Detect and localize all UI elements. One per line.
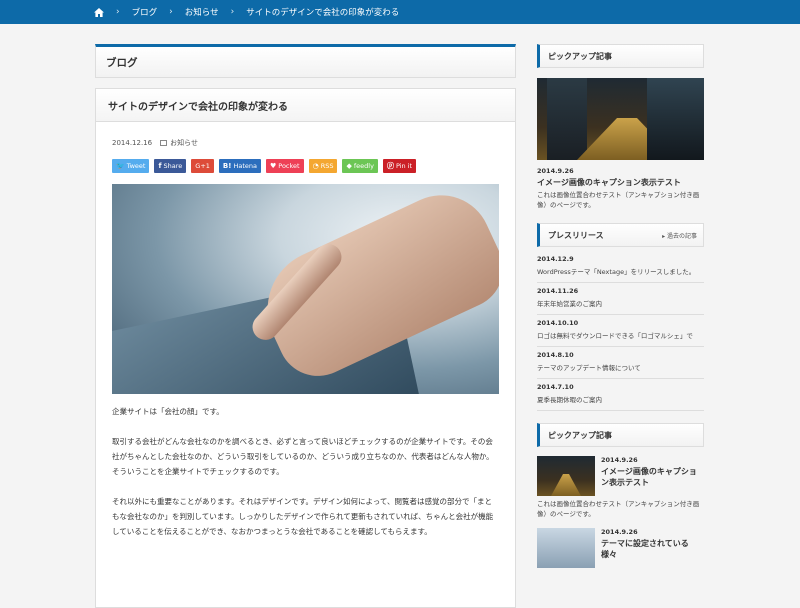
folder-icon xyxy=(160,140,168,146)
share-button[interactable]: f Share xyxy=(154,159,187,173)
breadcrumb-current: サイトのデザインで会社の印象が変わる xyxy=(246,8,400,18)
pickup2-item[interactable]: 2014.9.26 イメージ画像のキャプション表示テスト xyxy=(537,456,704,496)
rss-icon: ◔ xyxy=(312,162,319,170)
pickup2-thumb[interactable] xyxy=(537,456,595,496)
press-item[interactable]: 2014.12.9 WordPressテーマ「Nextage」をリリースしました。 xyxy=(537,251,704,283)
press-item[interactable]: 2014.11.26 年末年始営業のご案内 xyxy=(537,283,704,315)
pickup2-thumb[interactable] xyxy=(537,528,595,568)
category-label: お知らせ xyxy=(170,139,198,147)
breadcrumb-news[interactable]: お知らせ xyxy=(185,6,219,18)
chevron-right-icon: › xyxy=(116,7,120,17)
pickup2-desc: これは画像位置合わせテスト（アンキャプション付き画像）のページです。 xyxy=(537,500,700,518)
pickup-date: 2014.9.26 xyxy=(537,167,574,175)
hatena-button[interactable]: B! Hatena xyxy=(218,159,261,173)
feedly-icon: ◆ xyxy=(346,162,352,170)
article-date: 2014.12.16 xyxy=(112,139,153,147)
sidebar: ピックアップ記事 2014.9.26 イメージ画像のキャプション表示テスト これ… xyxy=(537,44,704,568)
pickup-heading: ピックアップ記事 xyxy=(537,44,704,68)
pocket-button[interactable]: ♥ Pocket xyxy=(265,159,304,173)
pickup2-item[interactable]: 2014.9.26 テーマに設定されている様々 xyxy=(537,528,704,568)
facebook-icon: f xyxy=(158,162,162,170)
chevron-right-icon: › xyxy=(230,7,235,17)
pickup2-widget: ピックアップ記事 2014.9.26 イメージ画像のキャプション表示テスト これ… xyxy=(537,423,704,568)
press-item[interactable]: 2014.10.10 ロゴは無料でダウンロードできる「ロゴマルシェ」で xyxy=(537,315,704,347)
tweet-button[interactable]: 🐦 Tweet xyxy=(112,159,150,173)
article-paragraph: それ以外にも重要なことがあります。それはデザインです。デザイン如何によって、閲覧… xyxy=(112,497,494,536)
article-category[interactable]: お知らせ xyxy=(160,138,198,148)
breadcrumb-blog[interactable]: ブログ xyxy=(132,6,158,18)
pinterest-button[interactable]: ⓟ Pin it xyxy=(382,159,417,173)
pickup-desc: これは画像位置合わせテスト（アンキャプション付き画像）のページです。 xyxy=(537,191,700,209)
main-content: ブログ サイトのデザインで会社の印象が変わる 2014.12.16 お知らせ 🐦… xyxy=(95,44,516,608)
pickup2-heading: ピックアップ記事 xyxy=(537,423,704,447)
share-buttons: 🐦 Tweet f Share G+1 B! Hatena ♥ Pocket ◔ RSS … xyxy=(112,159,499,173)
press-release-widget: プレスリリース ▸ 過去の記事 2014.12.9 WordPressテーマ「Ne… xyxy=(537,223,704,411)
press-item[interactable]: 2014.7.10 夏季長期休暇のご案内 xyxy=(537,379,704,411)
press-item[interactable]: 2014.8.10 テーマのアップデート情報について xyxy=(537,347,704,379)
breadcrumb: › ブログ › お知らせ › サイトのデザインで会社の印象が変わる xyxy=(0,0,800,24)
googleplus-button[interactable]: G+1 xyxy=(191,159,214,173)
article-title: サイトのデザインで会社の印象が変わる xyxy=(96,89,515,122)
page-title: ブログ xyxy=(95,44,516,78)
past-articles-link[interactable]: ▸ 過去の記事 xyxy=(662,231,697,240)
article-paragraph: 企業サイトは「会社の顔」です。 xyxy=(112,407,224,416)
article-paragraph: 取引する会社がどんな会社なのかを調べるとき、必ずと言って良いほどチェックするのが… xyxy=(112,437,494,476)
home-icon[interactable] xyxy=(94,7,104,17)
chevron-right-icon: › xyxy=(169,7,173,17)
article-meta: 2014.12.16 お知らせ xyxy=(112,138,499,148)
twitter-icon: 🐦 xyxy=(116,162,125,170)
pocket-icon: ♥ xyxy=(269,162,277,170)
article-hero-image xyxy=(112,184,499,394)
pinterest-icon: ⓟ xyxy=(386,162,394,170)
article-body: 企業サイトは「会社の顔」です。 取引する会社がどんな会社なのかを調べるとき、必ず… xyxy=(112,404,499,539)
hatena-icon: B! xyxy=(222,162,232,170)
feedly-button[interactable]: ◆ feedly xyxy=(342,159,378,173)
rss-button[interactable]: ◔ RSS xyxy=(308,159,338,173)
pickup-image[interactable] xyxy=(537,78,704,160)
article: サイトのデザインで会社の印象が変わる 2014.12.16 お知らせ 🐦 Twee… xyxy=(95,88,516,608)
pickup-title[interactable]: イメージ画像のキャプション表示テスト xyxy=(537,177,704,188)
press-heading: プレスリリース ▸ 過去の記事 xyxy=(537,223,704,247)
